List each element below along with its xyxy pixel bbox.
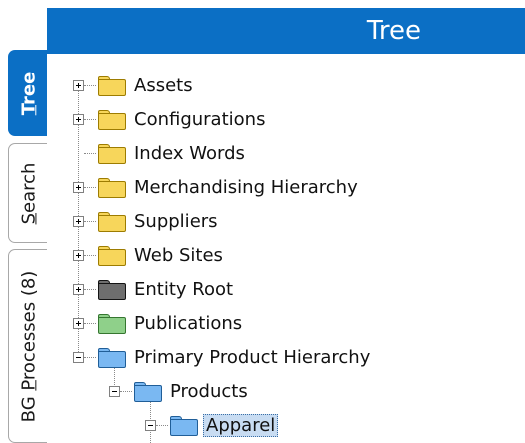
expand-icon[interactable] [73, 79, 84, 91]
collapse-icon[interactable] [145, 419, 156, 431]
tree-node-label[interactable]: Primary Product Hierarchy [131, 346, 373, 369]
tree-node-primary-product-hierarchy[interactable]: Primary Product Hierarchy [73, 342, 373, 372]
tab-tree[interactable]: Tree [8, 50, 48, 136]
collapse-icon[interactable] [73, 351, 84, 363]
tree-node-index-words[interactable]: Index Words [73, 138, 248, 168]
expand-icon[interactable] [73, 181, 84, 193]
tree-node-label[interactable]: Web Sites [131, 244, 226, 267]
tree-node-apparel[interactable]: Apparel [145, 410, 279, 440]
tree-node-label[interactable]: Index Words [131, 142, 248, 165]
tree-node-label-selected[interactable]: Apparel [203, 413, 279, 437]
folder-icon [97, 346, 127, 368]
tree-node-entity-root[interactable]: Entity Root [73, 274, 236, 304]
folder-icon [169, 414, 199, 436]
folder-icon [97, 278, 127, 300]
folder-icon [97, 244, 127, 266]
tree-node-merchandising-hierarchy[interactable]: Merchandising Hierarchy [73, 172, 361, 202]
tree-node-web-sites[interactable]: Web Sites [73, 240, 226, 270]
tab-bg-processes[interactable]: BG Processes (8) [8, 249, 48, 443]
folder-icon [97, 312, 127, 334]
tree-node-products[interactable]: Products [109, 376, 251, 406]
tree-node-label[interactable]: Entity Root [131, 278, 236, 301]
tree-view[interactable]: Assets Configurations Index Words Mercha… [47, 54, 525, 443]
tree-node-configurations[interactable]: Configurations [73, 104, 268, 134]
tree-node-assets[interactable]: Assets [73, 70, 196, 100]
folder-icon [97, 210, 127, 232]
tree-node-label[interactable]: Suppliers [131, 210, 221, 233]
tree-node-label[interactable]: Merchandising Hierarchy [131, 176, 361, 199]
tab-tree-label: Tree [18, 71, 40, 115]
panel-title: Tree [366, 16, 421, 46]
panel-header: Tree [47, 8, 525, 54]
tree-node-label[interactable]: Products [167, 380, 251, 403]
tab-search-label: Search [18, 162, 40, 224]
folder-icon [133, 380, 163, 402]
expand-icon[interactable] [73, 113, 84, 125]
folder-icon [97, 108, 127, 130]
tree-node-publications[interactable]: Publications [73, 308, 245, 338]
tree-node-suppliers[interactable]: Suppliers [73, 206, 221, 236]
tree-node-label[interactable]: Assets [131, 74, 196, 97]
folder-icon [97, 176, 127, 198]
collapse-icon[interactable] [109, 385, 120, 397]
expand-icon[interactable] [73, 283, 84, 295]
folder-icon [97, 74, 127, 96]
folder-icon [97, 142, 127, 164]
expand-icon[interactable] [73, 317, 84, 329]
vertical-tab-strip: Tree Search BG Processes (8) [0, 0, 48, 443]
tab-search[interactable]: Search [8, 143, 48, 243]
tree-node-label[interactable]: Configurations [131, 108, 268, 131]
expand-icon[interactable] [73, 215, 84, 227]
expand-icon[interactable] [73, 249, 84, 261]
tree-node-label[interactable]: Publications [131, 312, 245, 335]
tab-bg-processes-label: BG Processes (8) [18, 270, 40, 422]
